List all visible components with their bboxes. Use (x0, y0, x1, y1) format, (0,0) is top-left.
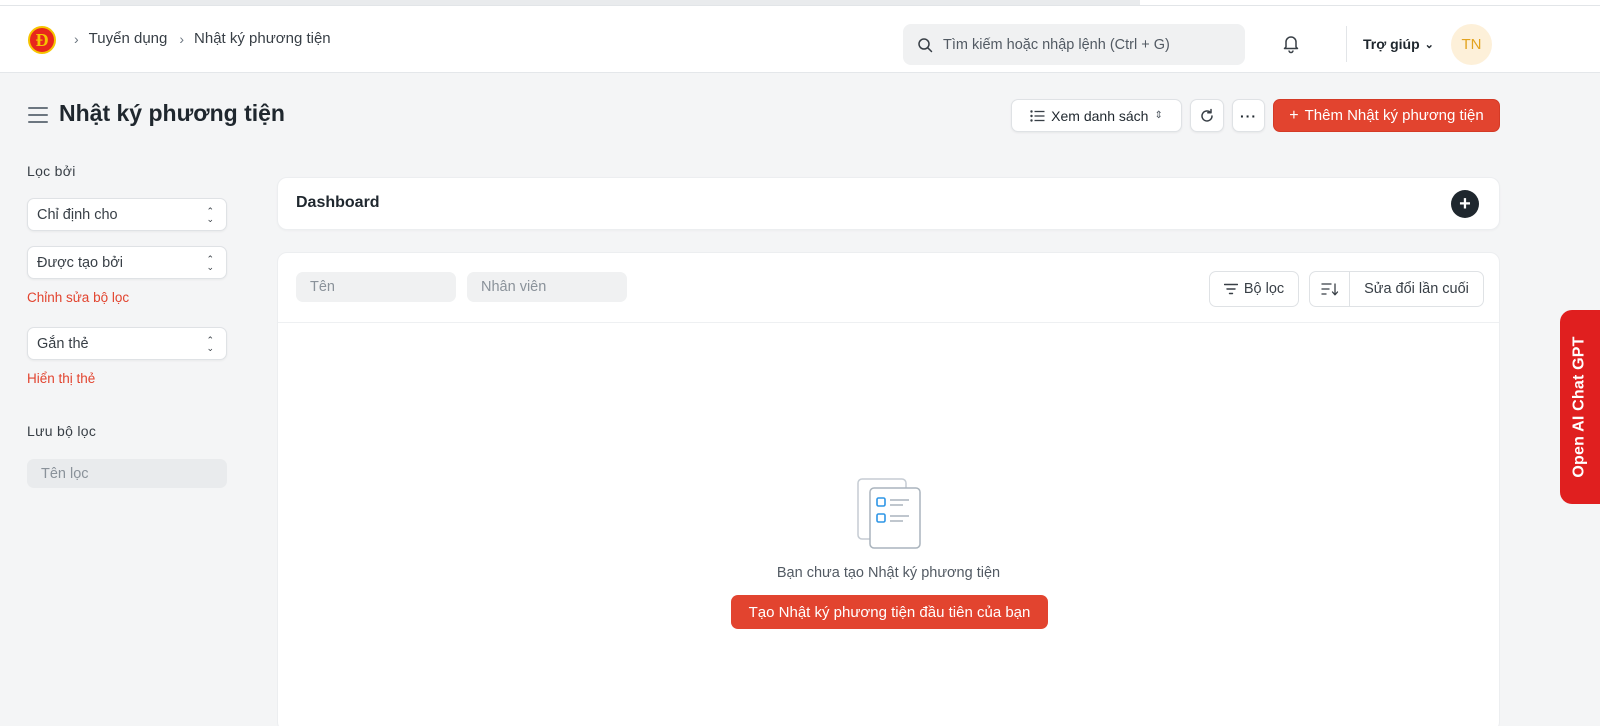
navbar-divider (1346, 26, 1347, 62)
filter-icon (1223, 283, 1238, 295)
show-tags-link[interactable]: Hiển thị thẻ (27, 371, 95, 386)
breadcrumb-item-recruitment[interactable]: Tuyển dụng (89, 30, 168, 47)
reload-button[interactable] (1190, 99, 1224, 132)
breadcrumb: › Tuyển dụng › Nhật ký phương tiện (70, 30, 339, 47)
up-down-icon: ⌃ ⌄ (206, 206, 214, 224)
scroll-indicator (100, 0, 1140, 5)
employee-filter-input[interactable]: Nhân viên (467, 272, 627, 302)
page-title: Nhật ký phương tiện (59, 100, 285, 126)
navbar: Đ › Tuyển dụng › Nhật ký phương tiện Trợ… (0, 6, 1600, 73)
filter-by-label: Lọc bởi (27, 163, 76, 179)
dashboard-card: Dashboard + (277, 177, 1500, 230)
filter-button-label: Bộ lọc (1243, 281, 1285, 297)
empty-state-message: Bạn chưa tạo Nhật ký phương tiện (776, 565, 1001, 581)
chevron-right-icon: › (179, 30, 185, 47)
plus-icon: + (1289, 106, 1299, 124)
breadcrumb-item-vehicle-log[interactable]: Nhật ký phương tiện (194, 30, 331, 47)
list-view: Tên Nhân viên Bộ lọc Sửa đổi lần cuối Bạ… (277, 252, 1500, 726)
view-switcher-button[interactable]: Xem danh sách ⇕ (1011, 99, 1182, 132)
name-filter-input[interactable]: Tên (296, 272, 456, 302)
openai-chat-tab[interactable]: Open AI Chat GPT (1560, 310, 1600, 504)
search-input[interactable] (943, 36, 1233, 53)
save-filter-label: Lưu bộ lọc (27, 423, 97, 439)
bell-icon[interactable] (1280, 32, 1302, 54)
add-vehicle-log-button[interactable]: + Thêm Nhật ký phương tiện (1273, 99, 1500, 132)
chevron-down-icon: ⌄ (1424, 38, 1434, 51)
sort-direction-button[interactable] (1310, 272, 1350, 306)
up-down-icon: ⌃ ⌄ (206, 254, 214, 272)
search-icon (918, 37, 933, 52)
add-button-label: Thêm Nhật ký phương tiện (1304, 107, 1484, 124)
empty-list-icon (857, 478, 921, 549)
chevron-right-icon: › (74, 30, 79, 47)
page-header: Nhật ký phương tiện Xem danh sách ⇕ ··· … (0, 90, 1600, 144)
filter-button[interactable]: Bộ lọc (1209, 271, 1299, 307)
created-by-select[interactable]: Được tạo bởi ⌃ ⌄ (27, 246, 227, 279)
filter-name-input[interactable]: Tên lọc (27, 459, 227, 488)
up-down-icon: ⇕ (1154, 110, 1163, 121)
created-by-label: Được tạo bởi (37, 254, 123, 271)
view-switcher-label: Xem danh sách (1051, 107, 1149, 124)
logo-letter: Đ (35, 30, 49, 50)
sidebar-toggle-icon[interactable] (28, 107, 48, 123)
tags-label: Gắn thẻ (37, 335, 89, 352)
assigned-to-select[interactable]: Chỉ định cho ⌃ ⌄ (27, 198, 227, 231)
openai-chat-label: Open AI Chat GPT (1571, 336, 1588, 478)
add-chart-button[interactable]: + (1451, 190, 1479, 218)
assigned-to-label: Chỉ định cho (37, 206, 118, 223)
more-options-button[interactable]: ··· (1232, 99, 1265, 132)
reload-icon (1201, 108, 1213, 122)
up-down-icon: ⌃ ⌄ (206, 335, 214, 353)
sort-field-button[interactable]: Sửa đổi lần cuối (1350, 272, 1483, 306)
edit-filters-link[interactable]: Chỉnh sửa bộ lọc (27, 290, 129, 305)
tags-select[interactable]: Gắn thẻ ⌃ ⌄ (27, 327, 227, 360)
help-dropdown[interactable]: Trợ giúp ⌄ (1363, 36, 1434, 52)
avatar[interactable]: TN (1451, 24, 1492, 65)
sort-descending-icon (1320, 283, 1338, 296)
list-filter-bar: Tên Nhân viên Bộ lọc Sửa đổi lần cuối (278, 253, 1499, 323)
plus-icon: + (1459, 193, 1471, 215)
help-label: Trợ giúp (1363, 36, 1420, 52)
sort-control: Sửa đổi lần cuối (1309, 271, 1484, 307)
app-logo[interactable]: Đ (28, 26, 56, 54)
create-first-button[interactable]: Tạo Nhật ký phương tiện đầu tiên của bạn (731, 595, 1048, 629)
search-bar[interactable] (903, 24, 1245, 65)
list-view-icon (1030, 109, 1045, 122)
dashboard-title: Dashboard (296, 194, 380, 211)
